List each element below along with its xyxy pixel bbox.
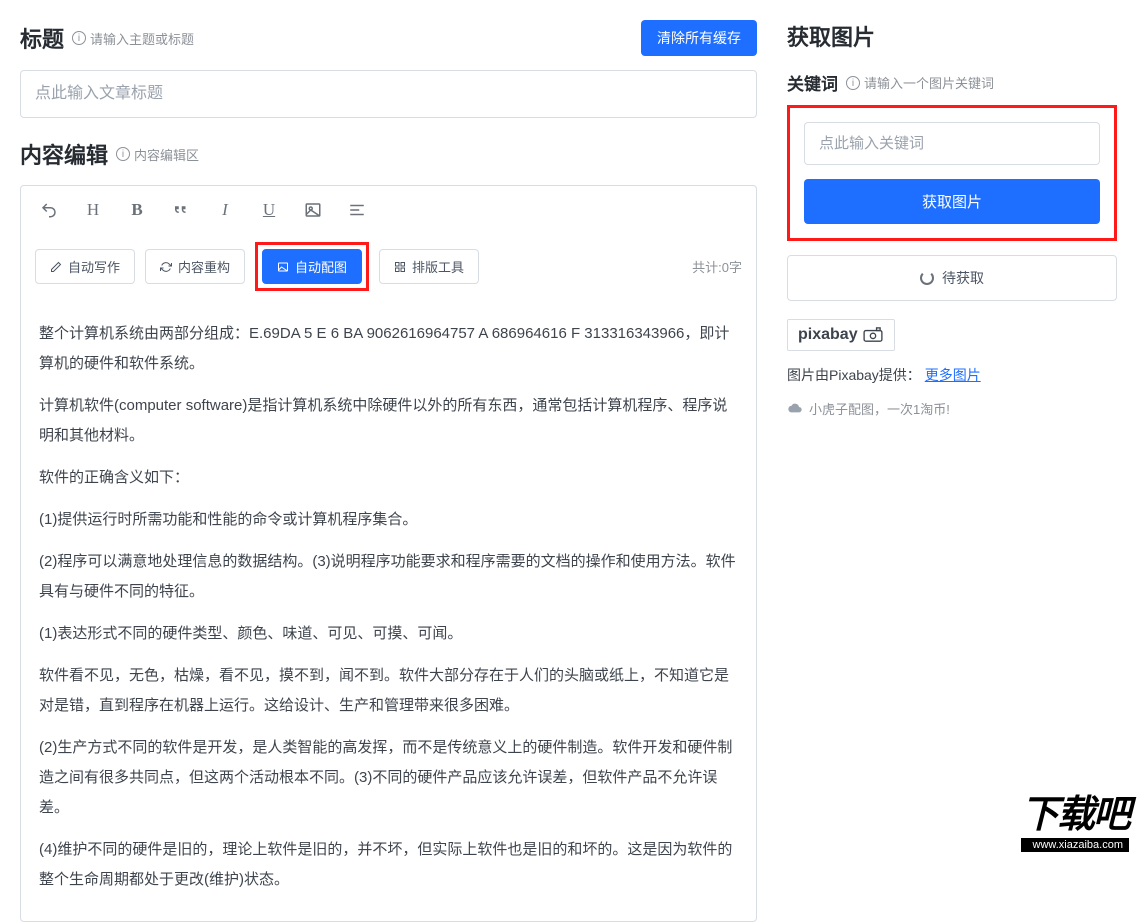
keyword-input[interactable] [804,122,1100,165]
camera-icon [862,327,884,343]
editor-container: H B I U 自动写作 [20,185,757,922]
clear-cache-button[interactable]: 清除所有缓存 [641,20,757,56]
pending-button[interactable]: 待获取 [787,255,1117,301]
highlight-box: 自动配图 [255,242,369,291]
editor-toolbar: H B I U [21,186,756,234]
content-editor[interactable]: 整个计算机系统由两部分组成：E.69DA 5 E 6 BA 9062616964… [21,305,756,921]
image-section-header: 获取图片 [787,20,1117,52]
info-icon: i [72,31,86,45]
article-title-input[interactable] [20,70,757,118]
paragraph: 计算机软件(computer software)是指计算机系统中除硬件以外的所有… [39,391,738,451]
footer-note: 小虎子配图，一次1淘币! [787,399,1117,418]
grid-icon [394,261,406,273]
paragraph: (1)提供运行时所需功能和性能的命令或计算机程序集合。 [39,505,738,535]
image-icon[interactable] [299,196,327,224]
paragraph: 软件的正确含义如下： [39,463,738,493]
align-left-icon[interactable] [343,196,371,224]
quote-icon[interactable] [167,196,195,224]
content-hint: i 内容编辑区 [116,145,199,164]
keyword-highlight-box: 获取图片 [787,105,1117,241]
layout-tool-button[interactable]: 排版工具 [379,249,479,284]
content-header: 内容编辑 i 内容编辑区 [20,138,757,170]
italic-icon[interactable]: I [211,196,239,224]
info-icon: i [116,147,130,161]
pencil-icon [50,261,62,273]
paragraph: 整个计算机系统由两部分组成：E.69DA 5 E 6 BA 9062616964… [39,319,738,379]
paragraph: (1)表达形式不同的硬件类型、颜色、味道、可见、可摸、可闻。 [39,619,738,649]
info-icon: i [846,76,860,90]
paragraph: (4)维护不同的硬件是旧的，理论上软件是旧的，并不坏，但实际上软件也是旧的和坏的… [39,835,738,895]
auto-write-button[interactable]: 自动写作 [35,249,135,284]
more-images-link[interactable]: 更多图片 [925,367,981,383]
heading-icon[interactable]: H [79,196,107,224]
title-section-label: 标题 [20,22,64,54]
pixabay-badge: pixabay [787,319,895,351]
paragraph: 软件看不见，无色，枯燥，看不见，摸不到，闻不到。软件大部分存在于人们的头脑或纸上… [39,661,738,721]
paragraph: (2)生产方式不同的软件是开发，是人类智能的高发挥，而不是传统意义上的硬件制造。… [39,733,738,823]
bold-icon[interactable]: B [123,196,151,224]
undo-icon[interactable] [35,196,63,224]
auto-image-button[interactable]: 自动配图 [262,249,362,284]
underline-icon[interactable]: U [255,196,283,224]
content-section-label: 内容编辑 [20,138,108,170]
keyword-label: 关键词 [787,70,838,95]
title-hint: i 请输入主题或标题 [72,29,194,48]
keyword-header: 关键词 i 请输入一个图片关键词 [787,70,1117,95]
paragraph: (2)程序可以满意地处理信息的数据结构。(3)说明程序功能要求和程序需要的文档的… [39,547,738,607]
image-section-title: 获取图片 [787,20,875,52]
picture-icon [277,261,289,273]
main-column: 标题 i 请输入主题或标题 清除所有缓存 内容编辑 i 内容编辑区 H [20,20,757,860]
fetch-image-button[interactable]: 获取图片 [804,179,1100,224]
provider-line: 图片由Pixabay提供： 更多图片 [787,365,1117,385]
title-header-row: 标题 i 请输入主题或标题 清除所有缓存 [20,20,757,56]
content-restructure-button[interactable]: 内容重构 [145,249,245,284]
word-count: 共计:0字 [692,257,742,276]
keyword-hint: i 请输入一个图片关键词 [846,73,994,92]
refresh-icon [160,261,172,273]
cloud-icon [787,403,803,415]
editor-action-row: 自动写作 内容重构 自动配图 排版工具 共计:0字 [21,234,756,305]
watermark: 下载吧 www.xiazaiba.com [1021,783,1129,852]
spinner-icon [920,271,934,285]
sidebar-column: 获取图片 关键词 i 请输入一个图片关键词 获取图片 待获取 pixabay 图… [787,20,1117,860]
